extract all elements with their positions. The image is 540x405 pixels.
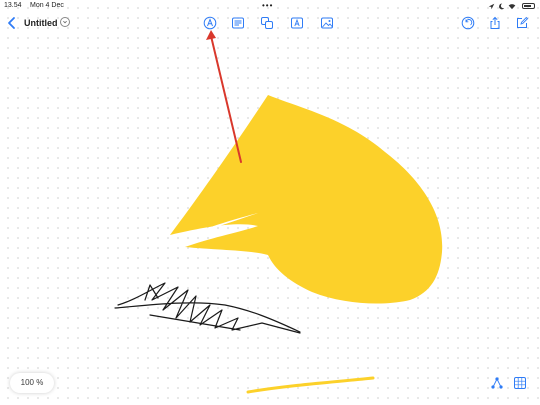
pen-tool-icon [203,16,217,30]
image-icon [321,17,333,29]
battery-icon [522,3,535,9]
connect-icon [491,377,503,389]
yellow-shape [170,95,443,304]
chevron-down-icon [63,20,67,24]
grid-button[interactable] [513,376,527,390]
whiteboard-canvas [114,30,443,394]
share-icon [490,16,500,29]
wifi-icon [508,3,516,9]
notes-button[interactable] [231,16,245,30]
undo-button[interactable] [461,16,475,30]
status-icons [488,2,535,10]
toolbar: Untitled [0,12,540,34]
title-menu-button[interactable] [60,17,70,27]
image-button[interactable] [320,16,334,30]
chevron-left-icon [8,17,15,29]
status-date: Mon 4 Dec [30,2,64,9]
white-gap-1 [185,213,258,237]
document-title[interactable]: Untitled [24,16,58,30]
annotation-arrow [206,30,242,163]
location-icon [488,3,495,9]
scribble-ink [114,282,301,334]
undo-icon [461,16,475,30]
status-bar: 13.54 Mon 4 Dec ••• [0,0,540,12]
status-time: 13.54 [4,2,22,9]
pen-tool-button[interactable] [203,16,217,30]
shapes-button[interactable] [260,16,274,30]
moon-icon [499,3,505,9]
text-box-icon [291,17,303,29]
compose-button[interactable] [515,16,529,30]
back-button[interactable] [6,16,18,30]
connect-button[interactable] [490,376,504,390]
yellow-stroke-bottom [246,376,375,394]
notes-icon [232,17,244,29]
multitasking-dots[interactable]: ••• [262,0,273,12]
compose-icon [517,16,529,28]
text-box-button[interactable] [290,16,304,30]
grid-icon [514,377,526,389]
shapes-icon [261,17,273,29]
share-button[interactable] [488,16,502,30]
zoom-level-button[interactable]: 100 % [10,373,54,393]
